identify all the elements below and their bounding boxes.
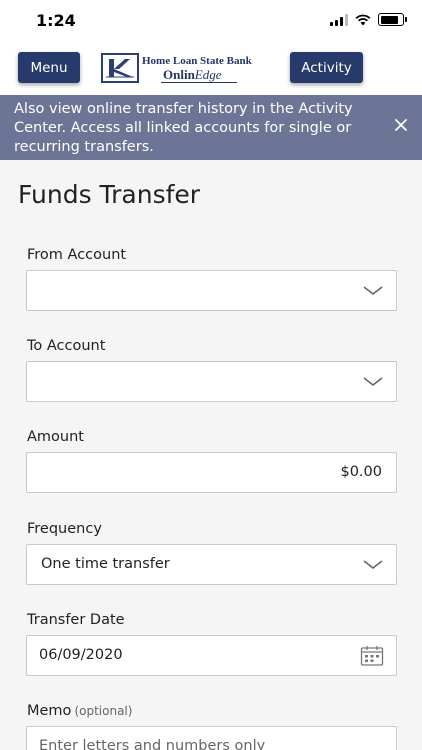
transfer-date-input[interactable]: 06/09/2020 — [26, 635, 397, 676]
bank-name: Home Loan State Bank — [142, 55, 252, 67]
from-account-select[interactable] — [26, 270, 397, 311]
memo-input[interactable]: Enter letters and numbers only — [26, 726, 397, 750]
transfer-date-label: Transfer Date — [27, 612, 125, 628]
info-banner: Also view online transfer history in the… — [0, 95, 422, 160]
frequency-label: Frequency — [27, 521, 102, 537]
amount-input[interactable]: $0.00 — [26, 452, 397, 493]
product-name: OnlinEdge — [163, 67, 222, 82]
status-bar: 1:24 — [0, 0, 422, 44]
bank-logo-mark-icon — [101, 53, 139, 83]
battery-icon — [378, 13, 407, 26]
cellular-signal-icon — [330, 13, 348, 26]
amount-value: $0.00 — [340, 464, 382, 480]
chevron-down-icon — [363, 286, 383, 296]
app-header: Menu Home Loan State Bank OnlinEdge Acti… — [0, 44, 422, 95]
chevron-down-icon — [363, 377, 383, 387]
menu-button[interactable]: Menu — [18, 52, 80, 83]
activity-button[interactable]: Activity — [290, 52, 363, 83]
to-account-label: To Account — [27, 338, 106, 354]
status-icons — [330, 13, 407, 26]
logo-underline — [161, 82, 237, 83]
memo-optional-hint: (optional) — [74, 704, 133, 718]
calendar-icon[interactable] — [360, 645, 384, 667]
chevron-down-icon — [363, 560, 383, 570]
bank-logo: Home Loan State Bank OnlinEdge — [101, 53, 271, 83]
to-account-select[interactable] — [26, 361, 397, 402]
memo-label: Memo (optional) — [27, 703, 133, 719]
frequency-value: One time transfer — [41, 556, 170, 572]
from-account-label: From Account — [27, 247, 127, 263]
memo-placeholder: Enter letters and numbers only — [39, 738, 266, 750]
wifi-icon — [355, 14, 371, 25]
transfer-date-value: 06/09/2020 — [39, 647, 123, 663]
battery-level — [380, 15, 399, 24]
page-title: Funds Transfer — [18, 180, 201, 209]
close-icon[interactable] — [394, 118, 408, 132]
info-banner-text: Also view online transfer history in the… — [14, 101, 353, 155]
status-time: 1:24 — [36, 11, 76, 30]
frequency-select[interactable]: One time transfer — [26, 544, 397, 585]
amount-label: Amount — [27, 429, 84, 445]
